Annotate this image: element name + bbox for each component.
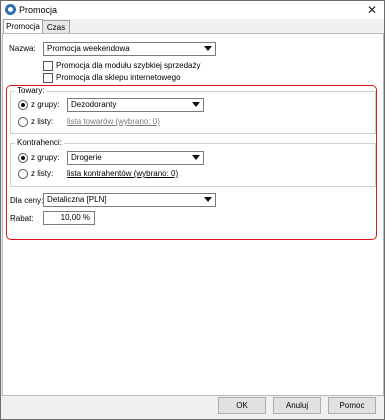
nazwa-value: Promocja weekendowa [47,44,130,53]
tab-czas[interactable]: Czas [42,20,70,34]
dropdown-arrow-icon [204,46,212,51]
title-bar: Promocja ✕ [1,1,384,19]
quick-sale-checkbox[interactable] [43,61,53,71]
close-button[interactable]: ✕ [365,4,379,16]
nazwa-label: Nazwa: [9,44,36,53]
nazwa-dropdown[interactable]: Promocja weekendowa [43,42,216,56]
window-title: Promocja [19,5,58,15]
online-shop-checkbox[interactable] [43,73,53,83]
dialog-window: Promocja ✕ Promocja Czas Nazwa: Promocja… [0,0,385,420]
tab-promocja[interactable]: Promocja [3,19,43,34]
online-shop-label: Promocja dla sklepu internetowego [56,73,181,82]
highlight-annotation [6,85,377,240]
ok-button[interactable]: OK [218,397,266,414]
app-logo-icon [5,4,16,15]
quick-sale-label: Promocja dla modułu szybkiej sprzedaży [56,61,201,70]
help-button[interactable]: Pomoc [328,397,376,414]
cancel-button[interactable]: Anuluj [273,397,321,414]
tab-strip: Promocja Czas [1,19,384,34]
